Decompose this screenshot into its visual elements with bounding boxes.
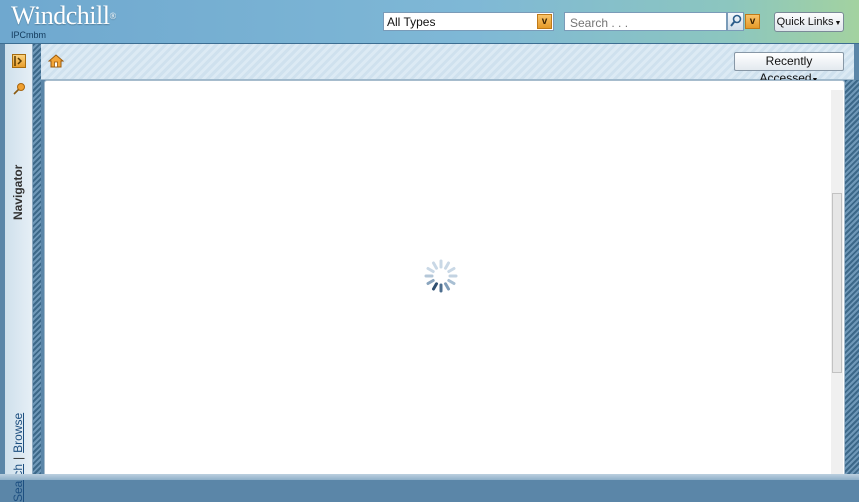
panel-divider[interactable]: [33, 44, 41, 474]
right-border: [845, 80, 859, 474]
scrollbar-thumb[interactable]: [832, 193, 842, 373]
page-toolbar: Recently Accessed▼: [41, 44, 854, 85]
search-options-dropdown[interactable]: v: [744, 12, 761, 31]
window-bottom-edge: [0, 474, 859, 480]
browse-link[interactable]: Browse: [11, 413, 25, 453]
navigator-title[interactable]: Navigator: [11, 140, 25, 220]
caret-down-icon: ▼: [834, 20, 842, 27]
navigator-links: Search|Browse: [11, 412, 25, 502]
search-input[interactable]: [568, 14, 722, 31]
search-link[interactable]: Search: [11, 464, 25, 502]
quick-links-button[interactable]: Quick Links▼: [774, 12, 844, 32]
chevron-right-icon: [14, 56, 23, 66]
spinner-icon: [423, 258, 459, 294]
expand-navigator-button[interactable]: [12, 54, 26, 68]
windchill-logo[interactable]: Windchill®: [11, 2, 116, 30]
home-icon[interactable]: [47, 53, 65, 69]
recently-accessed-button[interactable]: Recently Accessed▼: [734, 52, 844, 85]
site-name: IPCmbm: [11, 30, 47, 40]
type-select[interactable]: All Types v: [383, 12, 554, 31]
navigator-panel: Navigator Search|Browse: [5, 44, 33, 502]
vertical-scrollbar[interactable]: [831, 90, 843, 480]
app-header: Windchill® IPCmbm All Types v v Quick Li…: [0, 0, 859, 44]
pin-icon[interactable]: [12, 82, 26, 96]
search-button[interactable]: [727, 12, 744, 31]
chevron-down-icon: v: [745, 14, 760, 29]
chevron-down-icon[interactable]: v: [537, 14, 552, 29]
type-select-value: All Types: [387, 15, 436, 29]
search-box[interactable]: [564, 12, 727, 31]
search-icon: [730, 14, 742, 27]
